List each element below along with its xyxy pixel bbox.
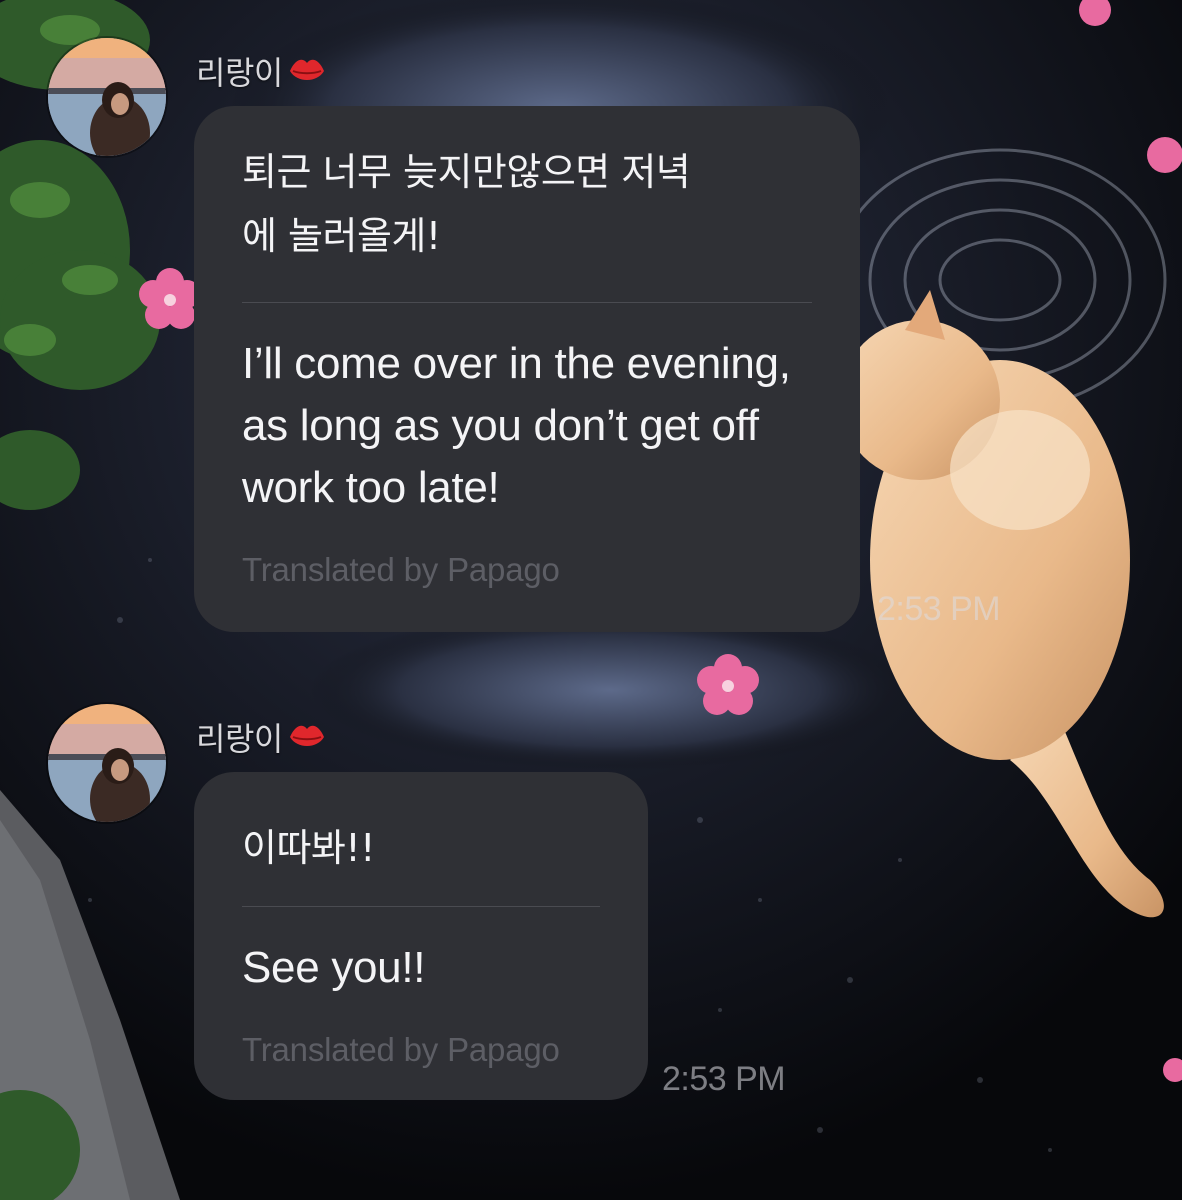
message-timestamp: 2:53 PM (662, 1060, 786, 1098)
translation-divider (242, 302, 812, 303)
message-translation-text: See you!! (242, 943, 426, 992)
message-original-text: 이따봐!! (242, 826, 375, 870)
translation-credit: Translated by Papago (242, 1031, 560, 1068)
message-timestamp: 2:53 PM (877, 590, 1001, 628)
sender-name-row: 리랑이 (196, 714, 327, 760)
message-original-text: 퇴근 너무 늦지만않으면 저녁 에 놀러올게! (242, 150, 691, 258)
sender-name: 리랑이 (196, 720, 283, 758)
translation-divider (242, 906, 600, 907)
translation-credit: Translated by Papago (242, 551, 560, 588)
message-bubble[interactable]: 이따봐!! See you!! Translated by Papago (194, 772, 648, 1100)
sender-name-row: 리랑이 (196, 48, 327, 94)
sender-name: 리랑이 (196, 54, 283, 92)
message-bubble[interactable]: 퇴근 너무 늦지만않으면 저녁 에 놀러올게! I’ll come over i… (194, 106, 860, 632)
message-translation-text: I’ll come over in the evening, as long a… (242, 339, 791, 512)
kiss-lips-icon (289, 59, 324, 80)
sender-avatar[interactable] (48, 38, 166, 156)
sender-avatar[interactable] (48, 704, 166, 822)
kiss-lips-icon (289, 725, 324, 746)
